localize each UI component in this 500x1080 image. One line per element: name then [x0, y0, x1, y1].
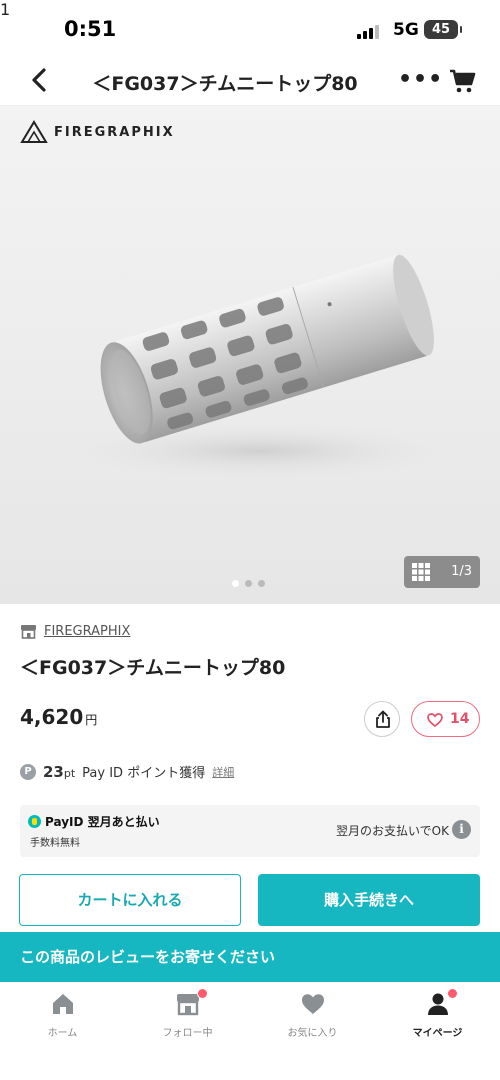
- brand-logo-text: FIREGRAPHIX: [54, 124, 175, 140]
- price-value: 4,620: [20, 705, 84, 729]
- grid-icon: [412, 563, 430, 581]
- cart-icon[interactable]: [448, 66, 478, 96]
- payid-label: PayID 翌月あと払い: [45, 815, 160, 829]
- add-to-cart-button[interactable]: カートに入れる: [19, 874, 241, 926]
- payid-fee: 手数料無料: [30, 838, 80, 849]
- gallery-dot: [258, 580, 265, 587]
- person-icon-wrap: [424, 988, 458, 1018]
- points-detail-link[interactable]: 詳細: [212, 764, 234, 780]
- brand-mark-icon: [20, 120, 48, 143]
- points-unit: pt: [63, 766, 76, 780]
- tab-label: お気に入り: [287, 1028, 338, 1039]
- price-unit: 円: [85, 713, 98, 727]
- gallery-pager: 1/3: [451, 564, 472, 579]
- points-text: Pay ID ポイント獲得: [82, 766, 206, 781]
- nav-title: ＜FG037＞チムニートップ80: [92, 73, 358, 95]
- signal-icon: [357, 23, 383, 39]
- store-icon: [21, 625, 36, 639]
- points-icon: P: [20, 763, 36, 780]
- share-button[interactable]: [364, 701, 400, 737]
- tab-label: ホーム: [47, 1028, 78, 1039]
- shop-name[interactable]: FIREGRAPHIX: [44, 624, 130, 639]
- product-image-gallery[interactable]: FIREGRAPHIX 1/3: [0, 106, 500, 604]
- checkout-button[interactable]: 購入手続きへ: [258, 874, 480, 926]
- product-title: ＜FG037＞チムニートップ80: [20, 657, 286, 679]
- tab-label: マイページ: [412, 1028, 463, 1039]
- payid-note: 翌月のお支払いでOK: [336, 824, 449, 838]
- back-icon[interactable]: [24, 64, 56, 96]
- tab-badge: [446, 988, 458, 999]
- tab-favorites[interactable]: お気に入り: [250, 990, 375, 1039]
- product-photo: [60, 254, 460, 481]
- points-amount-wrap: 23pt: [43, 763, 75, 781]
- points-row: P 23pt Pay ID ポイント獲得 詳細: [20, 762, 234, 781]
- gallery-grid-button[interactable]: 1/3: [404, 556, 480, 588]
- gallery-dot: [232, 580, 239, 587]
- gallery-dot: [245, 580, 252, 587]
- tab-mypage[interactable]: マイページ: [375, 988, 500, 1039]
- store-icon-wrap: [174, 988, 208, 1018]
- tab-following[interactable]: フォロー中: [125, 988, 250, 1039]
- tab-bar: ホーム フォロー中 お気に入り マイページ: [0, 982, 500, 1080]
- payid-logo-icon: [28, 815, 41, 828]
- payid-banner[interactable]: PayID 翌月あと払い 手数料無料 翌月のお支払いでOK i: [20, 805, 480, 857]
- heart-icon: [301, 994, 324, 1014]
- battery-icon: 45: [424, 20, 462, 39]
- info-icon[interactable]: i: [452, 820, 471, 839]
- tab-label: フォロー中: [162, 1028, 213, 1039]
- tab-home[interactable]: ホーム: [0, 990, 125, 1039]
- tab-badge: [196, 988, 208, 999]
- like-button[interactable]: 14: [411, 701, 480, 737]
- gallery-dots: [232, 580, 265, 587]
- nav-bar: ＜FG037＞チムニートップ80 •••: [0, 56, 500, 106]
- brand-logo: FIREGRAPHIX: [20, 120, 175, 144]
- status-time: 0:51: [64, 17, 117, 41]
- points-amount: 23: [43, 762, 64, 781]
- like-count: 14: [450, 711, 470, 727]
- more-icon[interactable]: •••: [398, 67, 443, 92]
- product-price: 4,620 円: [20, 705, 97, 729]
- home-icon: [52, 994, 73, 1014]
- heart-icon: [427, 713, 443, 727]
- payid-logo: PayID 翌月あと払い: [28, 813, 160, 830]
- review-banner[interactable]: この商品のレビューをお寄せください: [0, 932, 500, 982]
- shop-link[interactable]: FIREGRAPHIX: [20, 624, 130, 639]
- share-icon: [376, 710, 390, 728]
- status-bar: 0:51 5G 45: [0, 0, 500, 56]
- network-label: 5G: [393, 20, 419, 40]
